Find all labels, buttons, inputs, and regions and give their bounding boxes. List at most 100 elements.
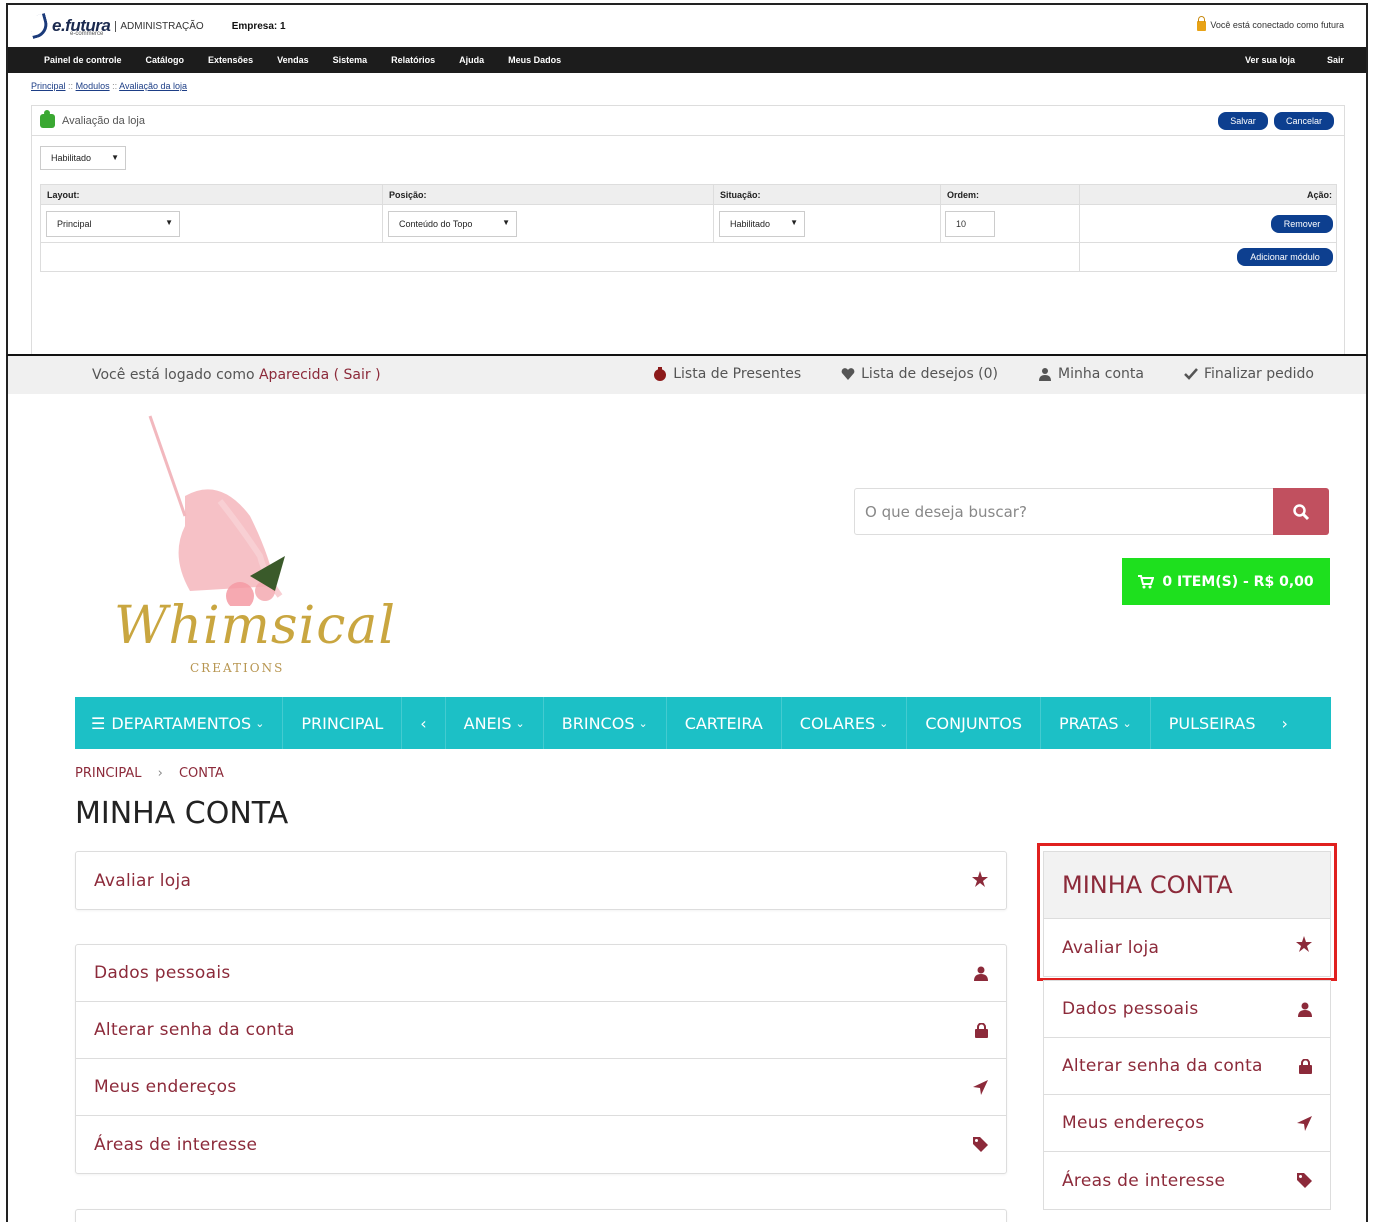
- breadcrumb-sep: ::: [68, 81, 74, 91]
- admin-nav-catalogo[interactable]: Catálogo: [146, 55, 185, 65]
- crumb-sep-icon: ›: [157, 766, 163, 781]
- nav-carteira[interactable]: CARTEIRA: [667, 697, 782, 749]
- dropdown-arrow-icon: ▼: [790, 218, 798, 227]
- save-button[interactable]: Salvar: [1218, 112, 1268, 130]
- admin-nav-ajuda[interactable]: Ajuda: [459, 55, 484, 65]
- nav-prev-arrow[interactable]: ‹: [402, 697, 446, 749]
- sidebar-item-dados-pessoais[interactable]: Dados pessoais: [1044, 981, 1330, 1038]
- nav-brincos[interactable]: BRINCOS ⌄: [544, 697, 667, 749]
- brand-sub: CREATIONS: [190, 661, 285, 675]
- chevron-down-icon: ⌄: [1122, 716, 1132, 730]
- search-input[interactable]: O que deseja buscar?: [854, 488, 1274, 535]
- header-layout: Layout:: [40, 184, 383, 205]
- module-table: Layout: Posição: Situação: Ordem: Ação: …: [40, 184, 1337, 272]
- situation-select[interactable]: Habilitado ▼: [719, 211, 805, 237]
- admin-nav-sistema[interactable]: Sistema: [333, 55, 368, 65]
- nav-departamentos[interactable]: ☰ DEPARTAMENTOS ⌄: [75, 697, 284, 749]
- logout-link[interactable]: ( Sair ): [334, 367, 381, 383]
- list-item-label: Dados pessoais: [94, 963, 231, 983]
- list-item-areas-interesse[interactable]: Áreas de interesse: [76, 1116, 1006, 1173]
- admin-panel: e.futura e-commerce ADMINISTRAÇÃO Empres…: [6, 3, 1368, 357]
- extra-list-top: [75, 1209, 1007, 1222]
- sidebar-item-label: Meus endereços: [1062, 1113, 1205, 1133]
- highlight-frame: [1037, 843, 1337, 981]
- admin-breadcrumb: Principal :: Modulos :: Avaliação da loj…: [8, 73, 1366, 97]
- cancel-button[interactable]: Cancelar: [1274, 112, 1334, 130]
- remove-button[interactable]: Remover: [1271, 215, 1333, 233]
- position-select[interactable]: Conteúdo do Topo ▼: [388, 211, 517, 237]
- checkout-link[interactable]: Finalizar pedido: [1184, 366, 1314, 382]
- sidebar-item-areas-interesse[interactable]: Áreas de interesse: [1044, 1152, 1330, 1209]
- lock-icon: [975, 1023, 988, 1038]
- store-page: Você está logado como Aparecida ( Sair )…: [6, 356, 1368, 1222]
- list-item-alterar-senha[interactable]: Alterar senha da conta: [76, 1002, 1006, 1059]
- breadcrumb-modulos[interactable]: Modulos: [76, 81, 110, 91]
- sidebar-item-label: Dados pessoais: [1062, 999, 1199, 1019]
- sidebar-item-alterar-senha[interactable]: Alterar senha da conta: [1044, 1038, 1330, 1095]
- tag-icon: [973, 1137, 988, 1152]
- store-logo[interactable]: Whimsical CREATIONS: [100, 406, 395, 681]
- nav-aneis[interactable]: ANEIS ⌄: [446, 697, 544, 749]
- admin-nav-extensoes[interactable]: Extensões: [208, 55, 253, 65]
- admin-nav-relatorios[interactable]: Relatórios: [391, 55, 435, 65]
- logo-swoosh-icon: [27, 13, 51, 39]
- nav-colares-label: COLARES: [799, 713, 876, 733]
- position-value: Conteúdo do Topo: [399, 219, 473, 229]
- sidebar-item-meus-enderecos[interactable]: Meus endereços: [1044, 1095, 1330, 1152]
- admin-nav-sair[interactable]: Sair: [1327, 55, 1344, 65]
- order-input[interactable]: 10: [945, 211, 995, 237]
- menu-icon: ☰: [91, 713, 106, 733]
- gift-list-link[interactable]: Lista de Presentes: [653, 366, 801, 382]
- nav-conjuntos[interactable]: CONJUNTOS: [907, 697, 1042, 749]
- my-account-link[interactable]: Minha conta: [1038, 366, 1144, 382]
- admin-nav-meus-dados[interactable]: Meus Dados: [508, 55, 561, 65]
- brand-word: Whimsical: [114, 596, 396, 656]
- location-arrow-icon: [973, 1080, 988, 1095]
- review-list: Avaliar loja: [75, 851, 1007, 910]
- admin-header: e.futura e-commerce ADMINISTRAÇÃO Empres…: [8, 5, 1366, 47]
- nav-pratas-label: PRATAS: [1059, 713, 1119, 733]
- module-box: Avaliação da loja Salvar Cancelar Habili…: [31, 105, 1345, 354]
- nav-pratas[interactable]: PRATAS ⌄: [1041, 697, 1151, 749]
- layout-select[interactable]: Principal ▼: [46, 211, 180, 237]
- admin-nav-vendas[interactable]: Vendas: [277, 55, 309, 65]
- breadcrumb-avaliacao[interactable]: Avaliação da loja: [119, 81, 187, 91]
- user-name[interactable]: Aparecida: [259, 367, 329, 383]
- table-row: Principal ▼ Conteúdo do Topo ▼ Habilitad…: [40, 204, 1337, 243]
- list-item-label: Alterar senha da conta: [94, 1020, 295, 1040]
- crumb-principal[interactable]: PRINCIPAL: [75, 766, 142, 781]
- wishlist-label: Lista de desejos (0): [861, 366, 999, 382]
- connected-status: Você está conectado como futura: [1197, 16, 1344, 31]
- breadcrumb-principal[interactable]: Principal: [31, 81, 66, 91]
- lock-icon: [1197, 16, 1207, 31]
- header-ordem: Ordem:: [940, 184, 1080, 205]
- admin-nav-painel[interactable]: Painel de controle: [44, 55, 122, 65]
- list-item-label: Áreas de interesse: [94, 1134, 258, 1155]
- search-icon: [1293, 503, 1310, 520]
- module-box-header: Avaliação da loja Salvar Cancelar: [32, 106, 1344, 136]
- list-item-meus-enderecos[interactable]: Meus endereços: [76, 1059, 1006, 1116]
- module-status-value: Habilitado: [51, 153, 92, 163]
- breadcrumb-sep: ::: [112, 81, 118, 91]
- add-module-button[interactable]: Adicionar módulo: [1237, 248, 1333, 266]
- admin-nav-ver-loja[interactable]: Ver sua loja: [1245, 55, 1295, 65]
- logo-admin-label: ADMINISTRAÇÃO: [115, 20, 204, 32]
- module-status-select[interactable]: Habilitado ▼: [40, 146, 126, 170]
- account-list: Dados pessoais Alterar senha da conta Me…: [75, 944, 1007, 1174]
- main-nav: ☰ DEPARTAMENTOS ⌄ PRINCIPAL ‹ ANEIS ⌄ BRI…: [75, 697, 1331, 749]
- nav-principal[interactable]: PRINCIPAL: [283, 697, 403, 749]
- layout-value: Principal: [57, 219, 92, 229]
- list-item-dados-pessoais[interactable]: Dados pessoais: [76, 945, 1006, 1002]
- sidebar-item-label: Áreas de interesse: [1062, 1170, 1226, 1191]
- list-item-avaliar-loja[interactable]: Avaliar loja: [76, 852, 1006, 909]
- search-button[interactable]: [1273, 488, 1329, 535]
- sidebar-item-label: Alterar senha da conta: [1062, 1056, 1263, 1076]
- cart-button[interactable]: 0 ITEM(S) - R$ 0,00: [1122, 558, 1330, 605]
- nav-next-arrow[interactable]: ›: [1274, 697, 1296, 749]
- nav-pulseiras[interactable]: PULSEIRAS: [1151, 697, 1274, 749]
- nav-colares[interactable]: COLARES ⌄: [782, 697, 908, 749]
- wishlist-link[interactable]: Lista de desejos (0): [841, 366, 998, 382]
- store-topbar: Você está logado como Aparecida ( Sair )…: [8, 356, 1366, 394]
- crumb-conta[interactable]: CONTA: [179, 766, 224, 781]
- efutura-logo[interactable]: e.futura e-commerce ADMINISTRAÇÃO: [27, 13, 204, 39]
